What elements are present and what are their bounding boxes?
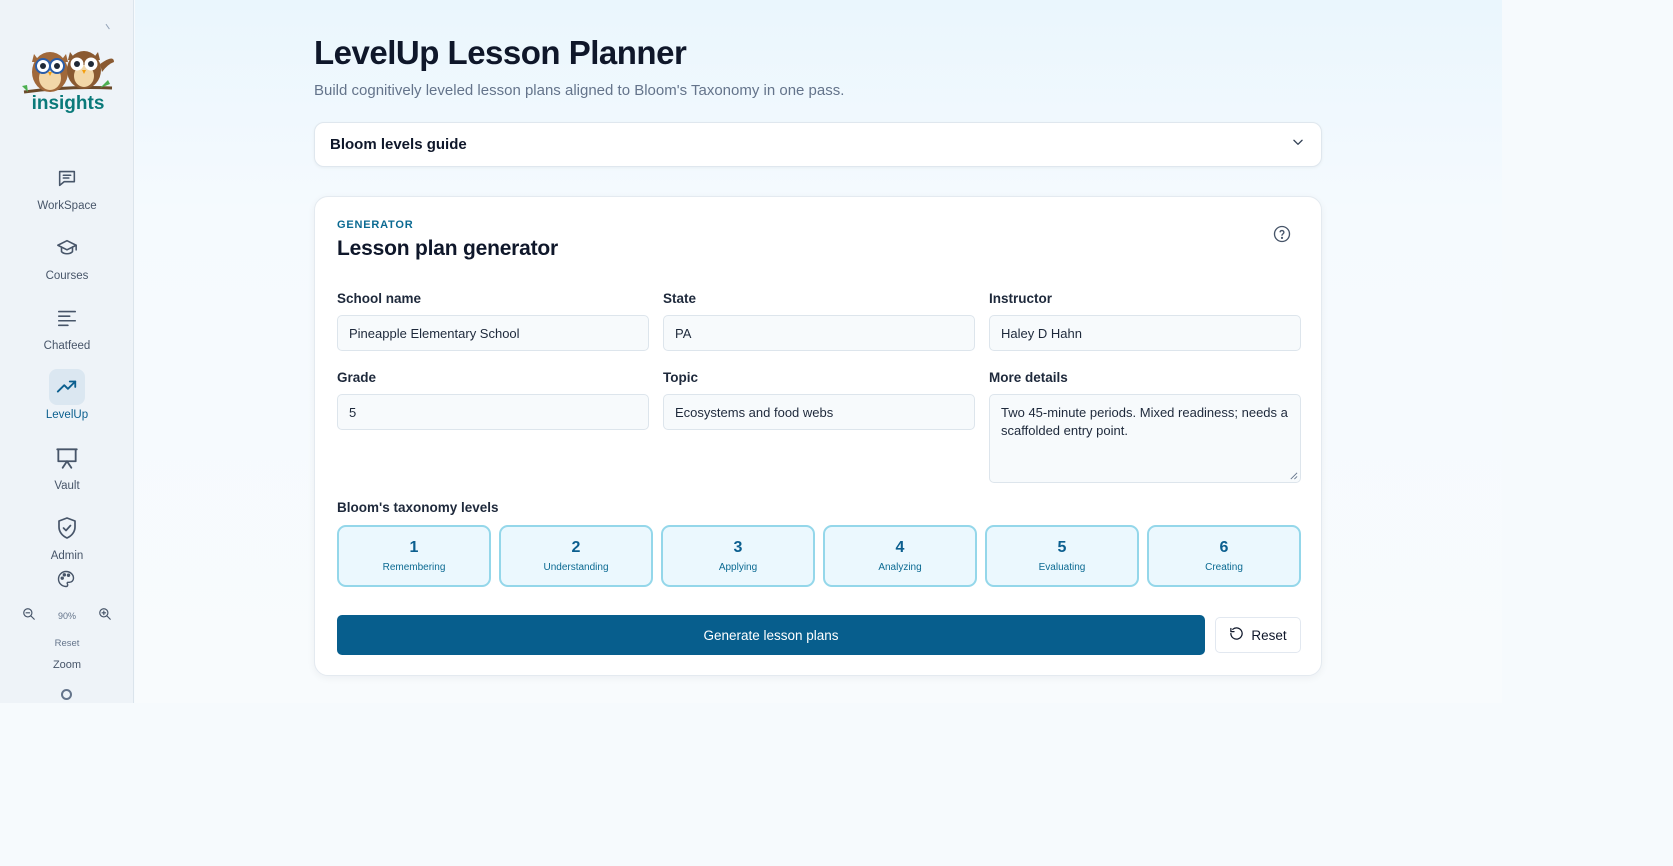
school-name-field[interactable]: Pineapple Elementary School: [337, 315, 649, 351]
bloom-level-5-button[interactable]: 5 Evaluating: [985, 525, 1139, 587]
sidebar-item-label: WorkSpace: [37, 200, 97, 212]
zoom-out-icon[interactable]: [22, 607, 36, 626]
sidebar-item-workspace[interactable]: WorkSpace: [0, 160, 134, 220]
logo-wordmark: insights: [32, 93, 105, 114]
instructor-field[interactable]: Haley D Hahn: [989, 315, 1301, 351]
sidebar-item-levelup[interactable]: LevelUp: [0, 369, 134, 429]
bloom-level-6-button[interactable]: 6 Creating: [1147, 525, 1301, 587]
sidebar-item-label: Vault: [54, 480, 80, 492]
bloom-level-name: Applying: [718, 562, 758, 573]
insights-logo[interactable]: insights: [20, 42, 116, 114]
grade-label: Grade: [337, 370, 377, 385]
zoom-label: Zoom: [52, 659, 82, 671]
topic-field[interactable]: Ecosystems and food webs: [663, 394, 975, 430]
sidebar-tick-mark: [105, 22, 112, 30]
sidebar-item-label: Courses: [45, 270, 89, 282]
sidebar-item-label: Admin: [50, 550, 84, 562]
bloom-level-name: Understanding: [543, 562, 609, 573]
bloom-level-name: Creating: [1205, 562, 1243, 573]
app-window: insights WorkSpace Courses Chatfeed Leve…: [0, 0, 1502, 703]
user-status-icon[interactable]: [61, 689, 72, 700]
bloom-level-number: 6: [1219, 539, 1229, 556]
bloom-level-number: 2: [571, 539, 581, 556]
card-title: Lesson plan generator: [337, 237, 559, 260]
palette-icon[interactable]: [56, 569, 76, 594]
more-details-textarea[interactable]: Two 45-minute periods. Mixed readiness; …: [989, 394, 1301, 483]
reset-rotate-icon: [1229, 626, 1244, 644]
more-details-label: More details: [989, 370, 1068, 385]
zoom-percent: 90%: [57, 611, 76, 621]
bloom-level-number: 4: [895, 539, 905, 556]
bloom-level-4-button[interactable]: 4 Analyzing: [823, 525, 977, 587]
zoom-in-icon[interactable]: [98, 607, 112, 626]
sidebar-item-courses[interactable]: Courses: [0, 230, 134, 290]
sidebar-item-label: Chatfeed: [43, 340, 91, 352]
bloom-level-number: 3: [733, 539, 743, 556]
bloom-level-name: Analyzing: [878, 562, 922, 573]
accordion-label: Bloom levels guide: [330, 136, 467, 153]
page-title: LevelUp Lesson Planner: [314, 34, 687, 71]
bloom-level-number: 5: [1057, 539, 1067, 556]
bloom-level-name: Evaluating: [1038, 562, 1086, 573]
sidebar: insights WorkSpace Courses Chatfeed Leve…: [0, 0, 134, 703]
presentation-board-icon: [49, 440, 85, 476]
page-subtitle: Build cognitively leveled lesson plans a…: [314, 82, 845, 99]
bloom-level-number: 1: [409, 539, 419, 556]
chevron-down-icon: [1291, 135, 1305, 154]
resize-grip-icon[interactable]: [1289, 471, 1298, 480]
help-icon[interactable]: [1273, 225, 1291, 248]
bloom-level-3-button[interactable]: 3 Applying: [661, 525, 815, 587]
sidebar-item-label: LevelUp: [45, 409, 89, 421]
shield-check-icon: [49, 510, 85, 546]
zoom-controls: 90%: [22, 606, 112, 626]
sidebar-item-vault[interactable]: Vault: [0, 440, 134, 500]
grade-field[interactable]: 5: [337, 394, 649, 430]
card-eyebrow: GENERATOR: [337, 219, 414, 231]
feed-lines-icon: [49, 300, 85, 336]
instructor-label: Instructor: [989, 291, 1053, 306]
bloom-level-name: Remembering: [382, 562, 446, 573]
topic-label: Topic: [663, 370, 698, 385]
bloom-level-2-button[interactable]: 2 Understanding: [499, 525, 653, 587]
bloom-guide-accordion[interactable]: Bloom levels guide: [314, 122, 1322, 167]
sidebar-item-chatfeed[interactable]: Chatfeed: [0, 300, 134, 360]
zoom-reset-button[interactable]: Reset: [0, 638, 134, 649]
generate-lesson-plans-button[interactable]: Generate lesson plans: [337, 615, 1205, 655]
school-name-label: School name: [337, 291, 422, 306]
reset-button[interactable]: Reset: [1215, 617, 1301, 653]
bloom-levels-label: Bloom's taxonomy levels: [337, 500, 499, 515]
trending-up-icon: [49, 369, 85, 405]
graduation-cap-icon: [49, 230, 85, 266]
state-field[interactable]: PA: [663, 315, 975, 351]
sidebar-item-admin[interactable]: Admin: [0, 510, 134, 570]
reset-button-label: Reset: [1251, 627, 1287, 643]
state-label: State: [663, 291, 697, 306]
chat-bubble-icon: [49, 160, 85, 196]
bloom-level-1-button[interactable]: 1 Remembering: [337, 525, 491, 587]
generator-card: GENERATOR Lesson plan generator School n…: [314, 196, 1322, 676]
more-details-text: Two 45-minute periods. Mixed readiness; …: [1001, 405, 1288, 438]
